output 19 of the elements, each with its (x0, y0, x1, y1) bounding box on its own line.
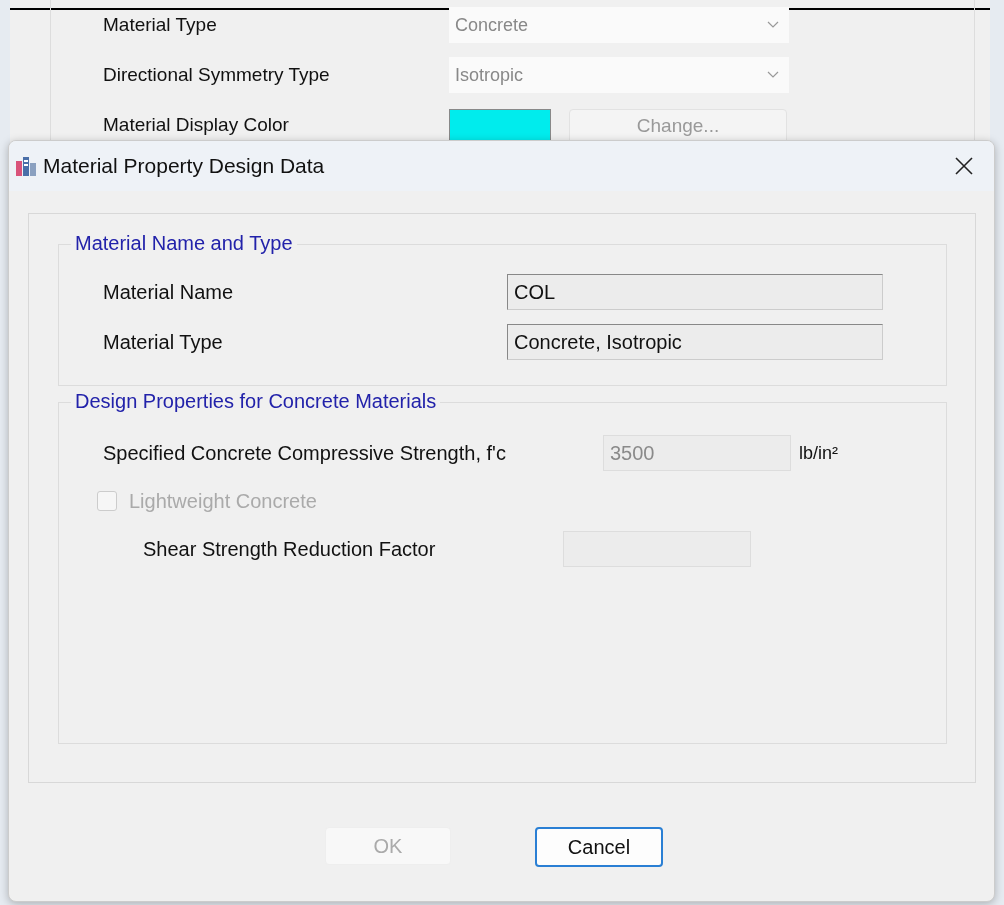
field-label: Directional Symmetry Type (103, 64, 331, 86)
window-title: Material Property Design Data (43, 154, 326, 178)
field-label: Material Name (103, 280, 235, 304)
chevron-icon (767, 71, 779, 79)
field-label: Material Type (103, 330, 224, 354)
group-title: Material Name and Type (71, 232, 297, 255)
field-label: Material Type (103, 14, 218, 36)
input-field[interactable]: Concrete, Isotropic (507, 324, 883, 360)
input-field[interactable]: COL (507, 274, 883, 310)
field-label: Material Display Color (103, 114, 290, 136)
field-label: Specified Concrete Compressive Strength, f'c (103, 441, 507, 465)
field-label: Shear Strength Reduction Factor (142, 537, 437, 561)
group-title: Design Properties for Concrete Materials (71, 390, 441, 413)
unit-label: lb/in² (799, 442, 838, 464)
chevron-icon (767, 21, 779, 29)
app-icon (15, 155, 37, 177)
checkbox-label: Lightweight Concrete (129, 489, 318, 513)
dialog-button[interactable]: Cancel (535, 827, 663, 867)
close-icon[interactable] (954, 156, 974, 176)
